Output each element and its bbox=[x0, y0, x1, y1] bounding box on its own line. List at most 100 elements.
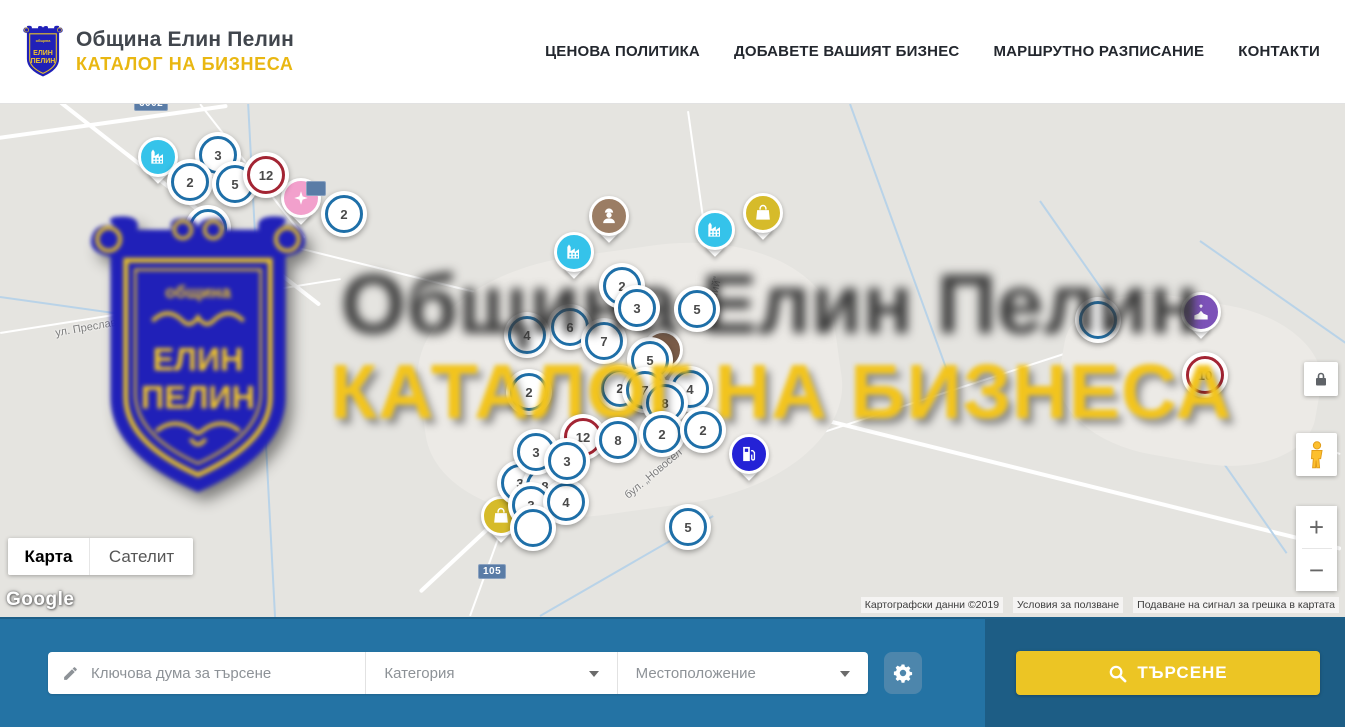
nav-contacts[interactable]: КОНТАКТИ bbox=[1238, 43, 1320, 60]
cluster-count: 12 bbox=[259, 168, 273, 183]
bag-pin-marker[interactable] bbox=[741, 193, 785, 249]
cluster-marker[interactable]: 2 bbox=[167, 159, 213, 205]
cluster-count: 4 bbox=[562, 495, 569, 510]
search-icon bbox=[1108, 664, 1127, 683]
nav-add-your-business[interactable]: ДОБАВЕТЕ ВАШИЯТ БИЗНЕС bbox=[734, 43, 959, 60]
main-nav: ЦЕНОВА ПОЛИТИКА ДОБАВЕТЕ ВАШИЯТ БИЗНЕС М… bbox=[545, 0, 1320, 103]
site-subtitle: КАТАЛОГ НА БИЗНЕСА bbox=[76, 54, 294, 75]
svg-text:ПЕЛИН: ПЕЛИН bbox=[31, 58, 56, 65]
road-number-label: 105 bbox=[478, 564, 506, 579]
advanced-settings-button[interactable] bbox=[884, 652, 922, 694]
watermark-subtitle: КАТАЛОГ НА БИЗНЕСА bbox=[330, 348, 1210, 437]
pin-circle bbox=[743, 193, 783, 233]
cluster-count: 2 bbox=[186, 175, 193, 190]
nav-pricing-policy[interactable]: ЦЕНОВА ПОЛИТИКА bbox=[545, 43, 700, 60]
zoom-in-button[interactable]: + bbox=[1296, 506, 1337, 548]
cluster-marker[interactable]: 8 bbox=[595, 417, 641, 463]
category-select[interactable]: Категория bbox=[365, 652, 616, 694]
watermark-municipality-shield: община ЕЛИН ПЕЛИН bbox=[84, 213, 312, 505]
cluster-ring bbox=[514, 509, 552, 547]
watermark-title: Община Елин Пелин bbox=[330, 256, 1210, 353]
pin-circle bbox=[695, 210, 735, 250]
cluster-marker[interactable]: 2 bbox=[321, 191, 367, 237]
municipality-logo: община ЕЛИН ПЕЛИН bbox=[22, 25, 64, 79]
cluster-marker[interactable]: 2 bbox=[680, 407, 726, 453]
factory-icon bbox=[705, 220, 725, 240]
cluster-marker[interactable] bbox=[510, 505, 556, 551]
keyword-field-wrap bbox=[48, 652, 365, 694]
svg-text:ЕЛИН: ЕЛИН bbox=[33, 49, 53, 56]
cluster-ring: 3 bbox=[618, 289, 656, 327]
cluster-count: 3 bbox=[633, 301, 640, 316]
svg-text:ЕЛИН: ЕЛИН bbox=[153, 341, 244, 377]
search-fields-group: Категория Местоположение bbox=[48, 652, 868, 694]
cluster-marker[interactable]: 2 bbox=[639, 411, 685, 457]
google-logo[interactable]: Google bbox=[6, 589, 74, 611]
cluster-count: 3 bbox=[532, 445, 539, 460]
fuel-pin-marker[interactable] bbox=[727, 434, 771, 490]
chevron-down-icon bbox=[589, 671, 599, 677]
cluster-marker[interactable]: 5 bbox=[665, 504, 711, 550]
location-select-label: Местоположение bbox=[636, 665, 756, 682]
pin-circle bbox=[589, 196, 629, 236]
cluster-count: 5 bbox=[693, 302, 700, 317]
attribution-copyright: Картографски данни ©2019 bbox=[861, 597, 1003, 613]
map-attribution: Картографски данни ©2019 Условия за полз… bbox=[861, 597, 1339, 613]
brand[interactable]: община ЕЛИН ПЕЛИН Община Елин Пелин КАТА… bbox=[22, 25, 294, 79]
pegman-icon bbox=[1306, 440, 1328, 470]
category-select-label: Категория bbox=[384, 665, 454, 682]
street-view-pegman-button[interactable] bbox=[1296, 433, 1337, 476]
pencil-icon bbox=[62, 665, 79, 682]
zoom-out-button[interactable]: − bbox=[1296, 549, 1337, 591]
site-title: Община Елин Пелин bbox=[76, 28, 294, 52]
nav-route-schedule[interactable]: МАРШРУТНО РАЗПИСАНИЕ bbox=[993, 43, 1204, 60]
keyword-search-input[interactable] bbox=[89, 664, 343, 683]
road-number-label bbox=[306, 181, 326, 196]
map-lock-button[interactable] bbox=[1304, 362, 1338, 396]
search-submit-button[interactable]: ТЪРСЕНЕ bbox=[1016, 651, 1320, 695]
cluster-count: 3 bbox=[563, 454, 570, 469]
pin-circle bbox=[729, 434, 769, 474]
attribution-report-error-link[interactable]: Подаване на сигнал за грешка в картата bbox=[1133, 597, 1339, 613]
cluster-count: 3 bbox=[214, 148, 221, 163]
search-bar: Категория Местоположение ТЪРСЕНЕ bbox=[0, 617, 1345, 727]
map-type-control: Карта Сателит bbox=[8, 538, 193, 575]
shield-top-text: община bbox=[165, 283, 231, 302]
chevron-down-icon bbox=[840, 671, 850, 677]
cluster-count: 5 bbox=[231, 177, 238, 192]
factory-icon bbox=[148, 147, 168, 167]
cluster-count: 8 bbox=[614, 433, 621, 448]
attribution-terms-link[interactable]: Условия за ползване bbox=[1013, 597, 1123, 613]
cluster-ring: 2 bbox=[325, 195, 363, 233]
cluster-ring: 5 bbox=[678, 290, 716, 328]
cluster-ring: 2 bbox=[684, 411, 722, 449]
cluster-marker[interactable]: 5 bbox=[674, 286, 720, 332]
cluster-ring: 2 bbox=[171, 163, 209, 201]
gear-icon bbox=[893, 663, 913, 683]
lock-icon bbox=[1314, 371, 1328, 387]
cluster-marker[interactable]: 12 bbox=[243, 152, 289, 198]
cluster-count: 5 bbox=[684, 520, 691, 535]
svg-text:община: община bbox=[36, 39, 52, 43]
map-type-map-button[interactable]: Карта bbox=[8, 538, 89, 575]
cluster-count: 2 bbox=[658, 427, 665, 442]
shopping-bag-icon bbox=[753, 203, 773, 223]
location-select[interactable]: Местоположение bbox=[617, 652, 868, 694]
cluster-ring: 5 bbox=[669, 508, 707, 546]
fuel-pump-icon bbox=[739, 444, 759, 464]
search-submit-label: ТЪРСЕНЕ bbox=[1137, 663, 1227, 683]
cluster-marker[interactable]: 3 bbox=[614, 285, 660, 331]
cluster-ring: 2 bbox=[643, 415, 681, 453]
svg-text:ПЕЛИН: ПЕЛИН bbox=[141, 379, 255, 415]
cluster-count: 2 bbox=[340, 207, 347, 222]
cluster-ring: 12 bbox=[247, 156, 285, 194]
site-header: община ЕЛИН ПЕЛИН Община Елин Пелин КАТА… bbox=[0, 0, 1345, 104]
cluster-marker[interactable]: 3 bbox=[544, 438, 590, 484]
cluster-count: 2 bbox=[699, 423, 706, 438]
worker-icon bbox=[599, 206, 619, 226]
brand-text: Община Елин Пелин КАТАЛОГ НА БИЗНЕСА bbox=[76, 28, 294, 75]
map-zoom-control: + − bbox=[1296, 506, 1337, 591]
cluster-ring: 3 bbox=[548, 442, 586, 480]
map-type-satellite-button[interactable]: Сателит bbox=[89, 538, 193, 575]
cluster-ring: 8 bbox=[599, 421, 637, 459]
